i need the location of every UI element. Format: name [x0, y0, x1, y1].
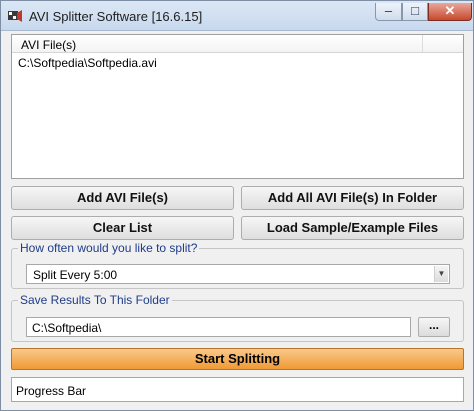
close-button[interactable]: ✕ — [428, 3, 472, 21]
progress-bar: Progress Bar — [11, 377, 464, 402]
output-folder-label: Save Results To This Folder — [18, 293, 172, 307]
split-interval-select[interactable]: Split Every 5:00 ▼ — [26, 264, 450, 284]
column-header-avi-files[interactable]: AVI File(s) — [21, 38, 76, 52]
start-splitting-button[interactable]: Start Splitting — [11, 348, 464, 370]
progress-bar-text: Progress Bar — [16, 384, 87, 398]
clear-list-button[interactable]: Clear List — [11, 216, 234, 240]
title-bar[interactable]: AVI Splitter Software [16.6.15] – □ ✕ — [1, 1, 473, 31]
output-folder-value: C:\Softpedia\ — [32, 321, 102, 335]
chevron-down-icon[interactable]: ▼ — [434, 266, 448, 282]
app-window: AVI Splitter Software [16.6.15] – □ ✕ AV… — [0, 0, 474, 411]
list-header[interactable]: AVI File(s) — [12, 35, 463, 53]
maximize-button[interactable]: □ — [402, 3, 428, 21]
split-frequency-label: How often would you like to split? — [18, 241, 200, 255]
add-all-in-folder-button[interactable]: Add All AVI File(s) In Folder — [241, 186, 464, 210]
minimize-button[interactable]: – — [375, 3, 402, 21]
browse-folder-button[interactable]: ... — [418, 317, 450, 337]
avi-file-list[interactable]: AVI File(s) C:\Softpedia\Softpedia.avi — [11, 34, 464, 179]
add-avi-files-button[interactable]: Add AVI File(s) — [11, 186, 234, 210]
split-frequency-group: How often would you like to split? Split… — [11, 241, 464, 289]
list-item[interactable]: C:\Softpedia\Softpedia.avi — [18, 56, 157, 70]
load-sample-files-button[interactable]: Load Sample/Example Files — [241, 216, 464, 240]
window-title: AVI Splitter Software [16.6.15] — [29, 9, 203, 24]
column-separator[interactable] — [422, 35, 423, 52]
split-interval-value: Split Every 5:00 — [33, 268, 118, 282]
app-icon — [8, 10, 22, 22]
output-folder-group: Save Results To This Folder C:\Softpedia… — [11, 293, 464, 342]
output-folder-input[interactable]: C:\Softpedia\ — [26, 317, 411, 337]
